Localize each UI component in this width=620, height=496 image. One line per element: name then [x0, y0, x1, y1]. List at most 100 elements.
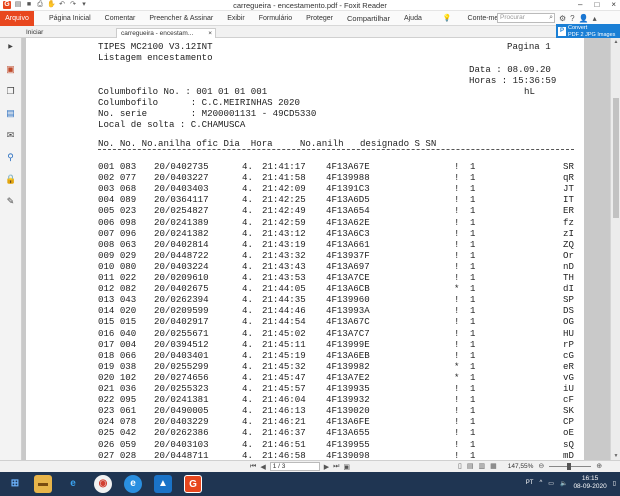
- cell-entry-number: 010 080: [98, 260, 137, 272]
- cell-chip-id: 4F139988: [326, 172, 370, 184]
- tab-comment[interactable]: Comentar: [98, 11, 143, 26]
- language-indicator[interactable]: PT: [526, 480, 534, 486]
- cell-entry-number: 023 061: [98, 405, 137, 417]
- zoom-in-icon[interactable]: ⊕: [596, 462, 602, 470]
- notifications-icon[interactable]: ▯: [613, 480, 616, 487]
- layers-icon[interactable]: ▤: [5, 108, 16, 119]
- cell-chip-id: 4F13A7CE: [326, 272, 370, 283]
- search-icon[interactable]: ⌕: [549, 14, 553, 22]
- page-view-icon[interactable]: ▣: [343, 463, 350, 471]
- maximize-button[interactable]: □: [594, 0, 599, 9]
- expand-panel-icon[interactable]: ▶: [5, 42, 16, 53]
- cell-chip-id: 4F13A62E: [326, 216, 370, 228]
- next-page-icon[interactable]: ▶: [324, 463, 329, 471]
- table-row: 027 028 20/0448711 4. 21:46:58 4F139098! 1 mD: [26, 450, 584, 460]
- prev-page-icon[interactable]: ◀: [260, 463, 265, 471]
- clock-date: 08-09-2020: [573, 483, 607, 490]
- clock[interactable]: 16:15 08-09-2020: [573, 475, 606, 491]
- tab-fill-sign[interactable]: Preencher & Assinar: [142, 11, 220, 26]
- file-tab[interactable]: Arquivo: [0, 11, 34, 26]
- cell-chip-id: 4F13A7C7: [326, 327, 370, 339]
- vertical-scrollbar[interactable]: ▲ ▼: [610, 38, 620, 460]
- cell-code: TH: [563, 272, 574, 283]
- header-hours: Horas : 15:36:59: [469, 75, 557, 86]
- chrome-icon[interactable]: ◉: [94, 475, 112, 493]
- cell-entry-number: 002 077: [98, 172, 137, 184]
- cell-flag: !: [454, 272, 460, 283]
- tab-form[interactable]: Formulário: [252, 11, 299, 26]
- foxit-reader-taskbar-icon[interactable]: G: [184, 475, 202, 493]
- settings-gear-icon[interactable]: ⚙: [559, 14, 566, 23]
- tab-view[interactable]: Exibir: [220, 11, 252, 26]
- cell-entry-number: 007 096: [98, 227, 137, 239]
- cell-chip-id: 4F13A6FE: [326, 416, 370, 428]
- bookmark-panel-icon[interactable]: ▣: [5, 64, 16, 75]
- single-page-view-icon[interactable]: ▯: [458, 462, 462, 470]
- ribbon-menu-bar: Arquivo Página Inicial Comentar Preenche…: [0, 11, 620, 26]
- cell-day: 4.: [242, 227, 253, 239]
- cell-entry-number: 026 059: [98, 438, 137, 450]
- ribbon-collapse-icon[interactable]: ▴: [593, 14, 597, 23]
- edge-icon[interactable]: e: [124, 475, 142, 493]
- security-lock-icon[interactable]: 🔒: [5, 174, 16, 185]
- scroll-down-icon[interactable]: ▼: [611, 453, 620, 459]
- continuous-view-icon[interactable]: ▤: [467, 462, 474, 470]
- scroll-thumb[interactable]: [613, 98, 619, 218]
- page-thumbnails-icon[interactable]: ❐: [5, 86, 16, 97]
- page-number-input[interactable]: 1 / 3: [269, 462, 320, 471]
- tab-help[interactable]: Ajuda: [397, 11, 429, 26]
- cell-flag: !: [454, 161, 460, 172]
- cell-sn: 1: [470, 316, 476, 328]
- windows-start-icon[interactable]: ⊞: [6, 475, 24, 493]
- cell-day: 4.: [242, 294, 253, 306]
- file-explorer-icon[interactable]: ▬: [34, 475, 52, 493]
- scroll-up-icon[interactable]: ▲: [611, 39, 620, 45]
- continuous-facing-view-icon[interactable]: ▦: [490, 462, 497, 470]
- close-button[interactable]: ×: [611, 0, 616, 9]
- cell-chip-id: 4F139020: [326, 405, 370, 417]
- cell-flag: !: [454, 238, 460, 250]
- search-input[interactable]: Procurar ⌕: [497, 13, 555, 23]
- cell-chip-id: 4F13A67C: [326, 316, 370, 328]
- search-placeholder: Procurar: [500, 14, 525, 21]
- document-tab-strip: Iniciar carregueira - encestam... ×: [0, 26, 620, 38]
- cell-flag: !: [454, 172, 460, 184]
- cell-time: 21:41:58: [262, 172, 306, 184]
- zoom-slider[interactable]: [549, 462, 592, 470]
- volume-icon[interactable]: 🔈: [560, 480, 567, 487]
- zoom-out-icon[interactable]: ⊖: [538, 462, 544, 470]
- first-page-icon[interactable]: ⏮: [250, 463, 256, 471]
- network-icon[interactable]: ▭: [548, 480, 554, 487]
- window-title: carregueira - encestamento.pdf - Foxit R…: [233, 1, 387, 10]
- cell-time: 21:43:53: [262, 272, 306, 283]
- cell-day: 4.: [242, 416, 253, 428]
- app-icon[interactable]: ▲: [154, 475, 172, 493]
- tab-share[interactable]: Compartilhar: [340, 11, 397, 26]
- tray-expand-icon[interactable]: ^: [539, 480, 542, 486]
- facing-view-icon[interactable]: ▥: [478, 462, 485, 470]
- comments-icon[interactable]: ✉: [5, 130, 16, 141]
- user-icon[interactable]: 👤: [579, 14, 589, 23]
- document-viewport: TIPES MC2100 V3.12INT Listagem encestame…: [22, 38, 610, 460]
- tab-home[interactable]: Página Inicial: [42, 11, 98, 26]
- last-page-icon[interactable]: ⏭: [333, 463, 339, 471]
- cell-flag: !: [454, 383, 460, 394]
- cell-time: 21:43:32: [262, 249, 306, 261]
- attachments-icon[interactable]: ⚲: [5, 152, 16, 163]
- table-row: 021 036 20/0255323 4. 21:45:57 4F139935! 1 iU: [26, 384, 584, 394]
- cell-ring-number: 20/0274656: [154, 371, 209, 383]
- cell-time: 21:42:25: [262, 194, 306, 206]
- tab-active-document[interactable]: carregueira - encestam... ×: [116, 28, 216, 38]
- tab-start[interactable]: Iniciar: [22, 28, 102, 38]
- cell-sn: 1: [470, 183, 476, 195]
- internet-explorer-icon[interactable]: e: [64, 475, 82, 493]
- cell-ring-number: 20/0209599: [154, 305, 209, 317]
- help-icon[interactable]: ?: [570, 14, 574, 23]
- cell-flag: !: [454, 194, 460, 206]
- zoom-slider-knob[interactable]: [567, 462, 572, 470]
- zoom-level[interactable]: 147,55%: [508, 463, 534, 470]
- minimize-button[interactable]: –: [578, 0, 582, 9]
- tab-protect[interactable]: Proteger: [299, 11, 340, 26]
- signature-icon[interactable]: ✎: [5, 196, 16, 207]
- cell-flag: *: [454, 360, 460, 372]
